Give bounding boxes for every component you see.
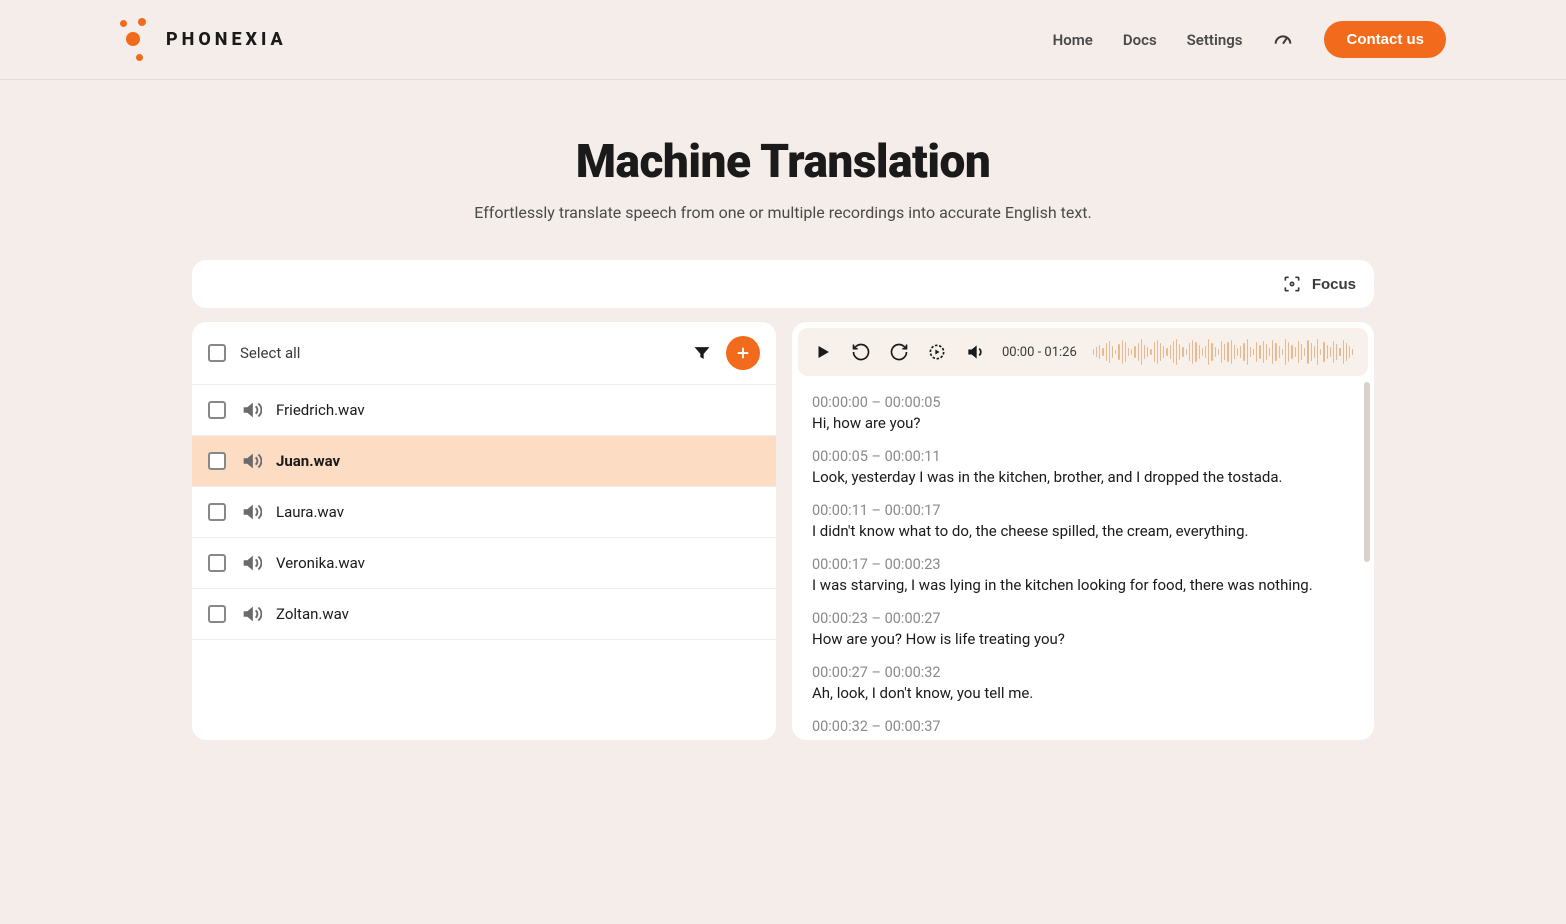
transcript-segment[interactable]: 00:00:00 – 00:00:05 Hi, how are you? — [812, 394, 1354, 434]
segment-timestamp: 00:00:00 – 00:00:05 — [812, 394, 1354, 411]
header: PHONEXIA Home Docs Settings Contact us — [0, 0, 1566, 80]
file-checkbox[interactable] — [208, 401, 226, 419]
speaker-icon — [240, 399, 262, 421]
nav-home[interactable]: Home — [1053, 31, 1093, 49]
file-checkbox[interactable] — [208, 605, 226, 623]
focus-label: Focus — [1312, 276, 1356, 293]
select-all-checkbox[interactable] — [208, 344, 226, 362]
transcript-segment[interactable]: 00:00:32 – 00:00:37 Yesterday I got sick… — [812, 718, 1354, 740]
segment-text: I didn't know what to do, the cheese spi… — [812, 521, 1354, 542]
file-checkbox[interactable] — [208, 452, 226, 470]
transcript-segment[interactable]: 00:00:11 – 00:00:17 I didn't know what t… — [812, 502, 1354, 542]
segment-text: Hi, how are you? — [812, 413, 1354, 434]
player-bar: 00:00 - 01:26 — [798, 328, 1368, 376]
speaker-icon — [240, 603, 262, 625]
transcript-list: 00:00:00 – 00:00:05 Hi, how are you? 00:… — [792, 382, 1374, 740]
file-checkbox[interactable] — [208, 554, 226, 572]
add-file-button[interactable] — [726, 336, 760, 370]
scrollbar[interactable] — [1364, 382, 1370, 562]
filter-icon[interactable] — [692, 343, 712, 363]
segment-timestamp: 00:00:27 – 00:00:32 — [812, 664, 1354, 681]
file-name: Veronika.wav — [276, 554, 365, 572]
logo-mark — [120, 18, 156, 62]
page-subtitle: Effortlessly translate speech from one o… — [0, 203, 1566, 222]
segment-text: Look, yesterday I was in the kitchen, br… — [812, 467, 1354, 488]
transcript-panel: 00:00 - 01:26 00:00:00 – 00:00:05 Hi, ho… — [792, 322, 1374, 740]
page-header: Machine Translation Effortlessly transla… — [0, 135, 1566, 222]
file-row[interactable]: Laura.wav — [192, 487, 776, 538]
brand-name: PHONEXIA — [166, 29, 287, 50]
focus-icon — [1282, 274, 1302, 294]
speaker-icon — [240, 501, 262, 523]
file-row[interactable]: Juan.wav — [192, 436, 776, 487]
transcript-segment[interactable]: 00:00:23 – 00:00:27 How are you? How is … — [812, 610, 1354, 650]
file-name: Juan.wav — [276, 452, 340, 470]
top-nav: Home Docs Settings Contact us — [1053, 21, 1446, 58]
nav-docs[interactable]: Docs — [1123, 31, 1157, 49]
file-name: Zoltan.wav — [276, 605, 349, 623]
loop-icon[interactable] — [926, 341, 948, 363]
file-row[interactable]: Zoltan.wav — [192, 589, 776, 640]
nav-settings[interactable]: Settings — [1187, 31, 1243, 49]
action-bar: Focus — [192, 260, 1374, 308]
brand-logo[interactable]: PHONEXIA — [120, 18, 287, 62]
file-name: Laura.wav — [276, 503, 344, 521]
player-time: 00:00 - 01:26 — [1002, 345, 1077, 360]
contact-button[interactable]: Contact us — [1324, 21, 1446, 58]
speaker-icon — [240, 552, 262, 574]
file-list-header: Select all — [192, 322, 776, 385]
segment-timestamp: 00:00:23 – 00:00:27 — [812, 610, 1354, 627]
replay-icon[interactable] — [850, 341, 872, 363]
segment-text: Ah, look, I don't know, you tell me. — [812, 683, 1354, 704]
file-row[interactable]: Veronika.wav — [192, 538, 776, 589]
segment-timestamp: 00:00:05 – 00:00:11 — [812, 448, 1354, 465]
file-list-panel: Select all — [192, 322, 776, 740]
transcript-segment[interactable]: 00:00:27 – 00:00:32 Ah, look, I don't kn… — [812, 664, 1354, 704]
gauge-icon[interactable] — [1272, 29, 1294, 51]
segment-timestamp: 00:00:32 – 00:00:37 — [812, 718, 1354, 735]
file-name: Friedrich.wav — [276, 401, 365, 419]
page-title: Machine Translation — [0, 135, 1566, 189]
transcript-segment[interactable]: 00:00:17 – 00:00:23 I was starving, I wa… — [812, 556, 1354, 596]
volume-icon[interactable] — [964, 341, 986, 363]
play-icon[interactable] — [812, 341, 834, 363]
waveform[interactable] — [1093, 336, 1354, 368]
transcript-segment[interactable]: 00:00:05 – 00:00:11 Look, yesterday I wa… — [812, 448, 1354, 488]
select-all-label: Select all — [240, 344, 300, 362]
file-list: Friedrich.wav Juan.wav Laura.wav Veronik… — [192, 385, 776, 740]
focus-button[interactable]: Focus — [1282, 274, 1356, 294]
file-checkbox[interactable] — [208, 503, 226, 521]
segment-timestamp: 00:00:11 – 00:00:17 — [812, 502, 1354, 519]
file-row[interactable]: Friedrich.wav — [192, 385, 776, 436]
speaker-icon — [240, 450, 262, 472]
forward-icon[interactable] — [888, 341, 910, 363]
segment-text: Yesterday I got sick from trachea, I had… — [812, 737, 1354, 740]
segment-text: I was starving, I was lying in the kitch… — [812, 575, 1354, 596]
segment-timestamp: 00:00:17 – 00:00:23 — [812, 556, 1354, 573]
segment-text: How are you? How is life treating you? — [812, 629, 1354, 650]
